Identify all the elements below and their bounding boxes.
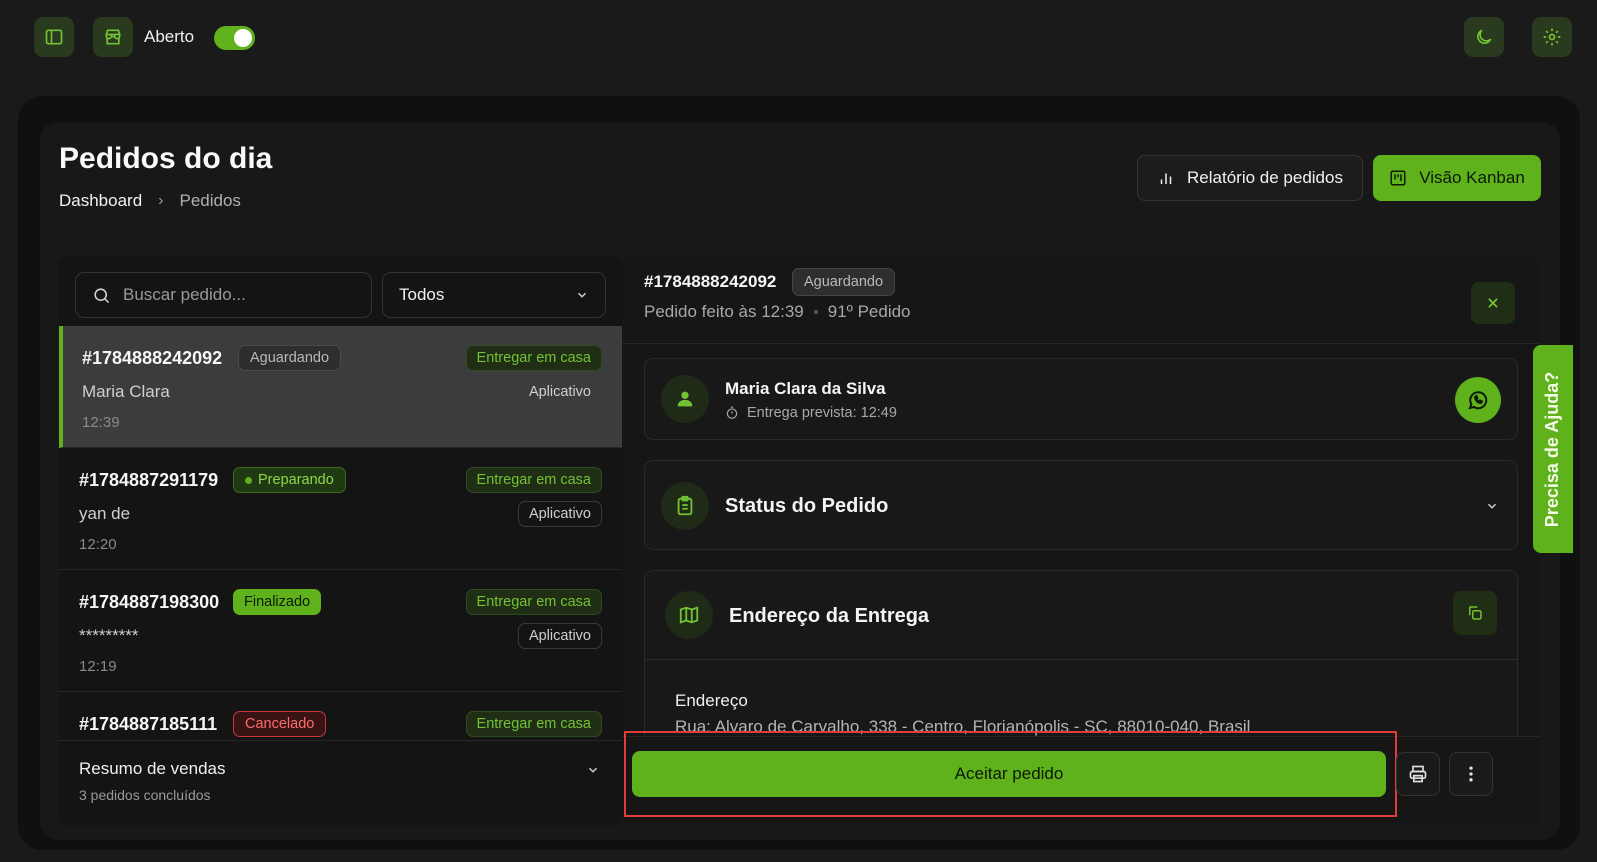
chevron-right-icon: ›	[158, 192, 164, 209]
close-icon	[1488, 298, 1498, 308]
status-filter-value: Todos	[399, 285, 445, 304]
sales-summary-title: Resumo de vendas	[79, 759, 226, 778]
whatsapp-icon	[1468, 391, 1488, 410]
customer-name: Maria Clara	[82, 382, 170, 401]
accept-order-button[interactable]: Aceitar pedido	[632, 751, 1386, 797]
order-placed-time: Pedido feito às 12:39	[644, 302, 804, 321]
map-icon	[665, 591, 713, 639]
delivery-address-title: Endereço da Entrega	[729, 605, 930, 627]
order-status-section[interactable]: Status do Pedido	[644, 460, 1518, 550]
separator-dot	[813, 310, 818, 314]
delivery-eta-text: Entrega prevista: 12:49	[747, 405, 897, 421]
status-badge: Aguardando	[238, 345, 342, 371]
copy-address-button[interactable]	[1453, 591, 1497, 635]
status-badge: Finalizado	[233, 589, 322, 615]
whatsapp-button[interactable]	[1455, 377, 1501, 423]
user-icon	[661, 375, 709, 423]
order-rank: 91º Pedido	[827, 302, 911, 321]
toggle-knob	[234, 29, 252, 47]
search-icon	[94, 287, 110, 303]
settings-button[interactable]	[1532, 17, 1572, 57]
sales-summary-subtitle: 3 pedidos concluídos	[79, 787, 211, 803]
bar-chart-icon	[1160, 173, 1172, 184]
order-id: #1784887185111	[79, 714, 218, 734]
chevron-down-icon	[577, 292, 587, 298]
close-detail-button[interactable]	[1471, 282, 1515, 324]
delivery-type-badge: Entregar em casa	[465, 711, 602, 737]
page-title: Pedidos do dia	[59, 142, 273, 175]
detail-order-id: #1784888242092	[644, 272, 777, 291]
store-open-toggle[interactable]	[214, 26, 255, 50]
orders-list-panel: Buscar pedido... Todos #1784888242092 Ag…	[59, 256, 622, 826]
help-tab[interactable]: Precisa de Ajuda?	[1533, 345, 1573, 553]
breadcrumb-dashboard[interactable]: Dashboard	[59, 191, 142, 211]
delivery-type-badge: Entregar em casa	[465, 589, 602, 615]
customer-name: yan de	[79, 504, 131, 523]
store-status-label: Aberto	[144, 27, 195, 46]
store-icon	[105, 29, 121, 45]
order-meta: Pedido feito às 12:39 91º Pedido	[644, 302, 911, 322]
kanban-view-button[interactable]: Visão Kanban	[1373, 155, 1541, 201]
detail-status-badge: Aguardando	[792, 268, 896, 296]
sidebar-toggle-button[interactable]	[34, 17, 74, 57]
customer-card: Maria Clara da Silva Entrega prevista: 1…	[644, 358, 1518, 440]
sidebar-icon	[45, 29, 63, 45]
order-list-item[interactable]: #1784888242092 Aguardando Entregar em ca…	[59, 326, 622, 448]
copy-icon	[1469, 606, 1482, 620]
status-badge-label: Preparando	[258, 472, 334, 488]
printer-icon	[1409, 765, 1427, 783]
orders-report-label: Relatório de pedidos	[1187, 168, 1343, 187]
kanban-view-label: Visão Kanban	[1419, 168, 1525, 187]
delivery-type-badge: Entregar em casa	[465, 467, 602, 493]
order-id: #1784887198300	[79, 592, 220, 612]
order-id: #1784888242092	[82, 348, 223, 368]
status-filter-select[interactable]: Todos	[382, 272, 606, 318]
order-status-title: Status do Pedido	[725, 495, 889, 517]
delivery-type-badge: Entregar em casa	[465, 345, 602, 371]
status-dot-icon	[245, 476, 252, 484]
status-badge: Preparando	[233, 467, 346, 493]
search-input[interactable]: Buscar pedido...	[75, 272, 372, 318]
order-time: 12:39	[82, 414, 120, 431]
gear-icon	[1543, 28, 1561, 46]
address-label: Endereço	[675, 691, 748, 710]
order-list-item[interactable]: #1784887198300 Finalizado Entregar em ca…	[59, 570, 622, 692]
divider	[645, 659, 1517, 660]
timer-icon	[726, 406, 738, 419]
channel-badge: Aplicativo	[517, 379, 602, 405]
delivery-eta: Entrega prevista: 12:49	[725, 405, 897, 421]
theme-toggle-button[interactable]	[1464, 17, 1504, 57]
channel-badge: Aplicativo	[517, 501, 602, 527]
more-vertical-icon	[1469, 766, 1473, 782]
search-placeholder: Buscar pedido...	[123, 285, 246, 304]
print-button[interactable]	[1396, 752, 1440, 796]
moon-icon	[1477, 29, 1492, 44]
orders-report-button[interactable]: Relatório de pedidos	[1137, 155, 1363, 201]
customer-full-name: Maria Clara da Silva	[725, 379, 886, 398]
breadcrumb: Dashboard › Pedidos	[59, 191, 241, 211]
chevron-down-icon	[1487, 503, 1497, 509]
order-detail-header: #1784888242092 Aguardando Pedido feito à…	[622, 256, 1540, 344]
order-time: 12:19	[79, 658, 117, 675]
order-time: 12:20	[79, 536, 117, 553]
top-bar: Aberto	[0, 0, 1597, 76]
chevron-down-icon	[588, 767, 598, 773]
order-id: #1784887291179	[79, 470, 219, 490]
sales-summary[interactable]: Resumo de vendas 3 pedidos concluídos	[59, 740, 622, 826]
channel-badge: Aplicativo	[517, 623, 602, 649]
customer-name: *********	[79, 626, 139, 645]
status-badge: Cancelado	[233, 711, 327, 737]
breadcrumb-pedidos: Pedidos	[179, 191, 241, 210]
store-button[interactable]	[93, 17, 133, 57]
kanban-icon	[1390, 170, 1406, 186]
clipboard-icon	[661, 482, 709, 530]
help-tab-label: Precisa de Ajuda?	[1542, 371, 1563, 527]
more-options-button[interactable]	[1449, 752, 1493, 796]
order-list-item[interactable]: #1784887291179 Preparando Entregar em ca…	[59, 448, 622, 570]
